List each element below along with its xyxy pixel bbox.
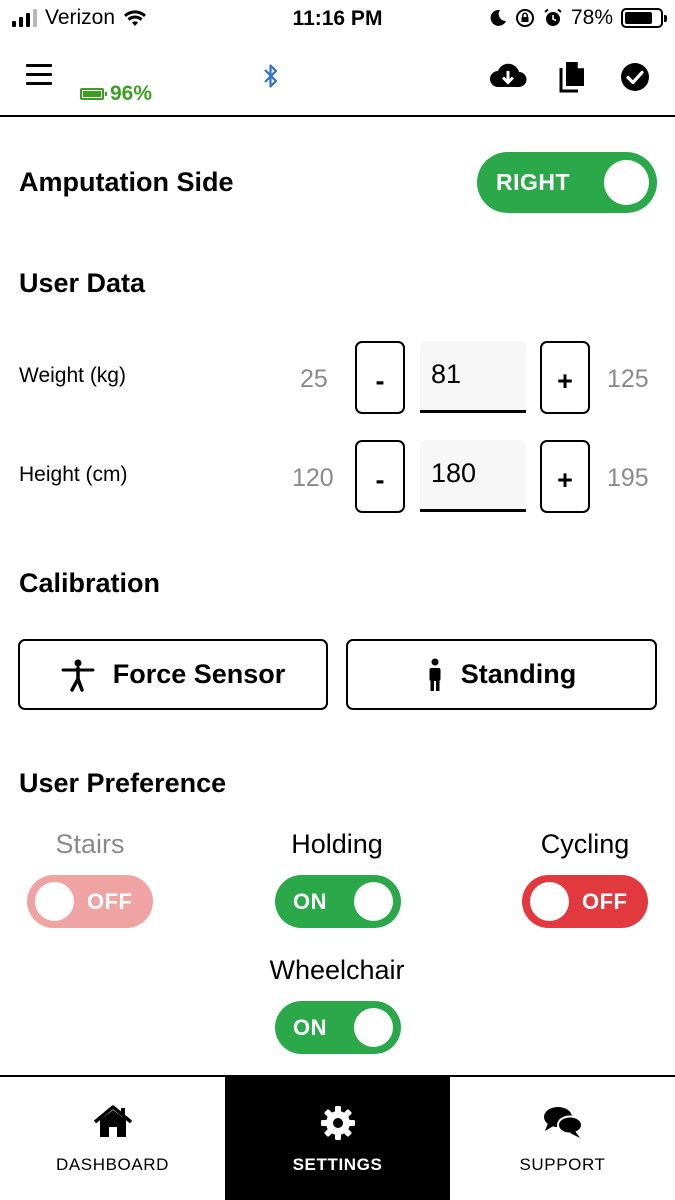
device-battery-icon bbox=[80, 88, 107, 100]
weight-max: 125 bbox=[607, 365, 649, 393]
stairs-toggle[interactable]: OFF bbox=[27, 875, 153, 928]
home-icon bbox=[93, 1105, 132, 1137]
holding-toggle[interactable]: ON bbox=[275, 875, 401, 928]
battery-percent: 78% bbox=[570, 6, 613, 29]
weight-input[interactable]: 81 bbox=[420, 341, 526, 413]
status-right: 78% bbox=[489, 6, 667, 30]
bottom-nav: DASHBOARD SETTINGS SUPPORT bbox=[0, 1075, 675, 1200]
standing-label: Standing bbox=[460, 659, 577, 689]
top-toolbar: 96% bbox=[0, 40, 675, 117]
user-data-heading: User Data bbox=[19, 268, 146, 298]
height-increment-button[interactable]: + bbox=[540, 440, 590, 513]
nav-settings[interactable]: SETTINGS bbox=[225, 1077, 450, 1200]
device-battery-percent: 96% bbox=[110, 82, 153, 105]
rotation-lock-icon bbox=[515, 9, 534, 27]
height-input[interactable]: 180 bbox=[420, 440, 526, 512]
toggle-knob bbox=[530, 882, 569, 921]
wheelchair-toggle[interactable]: ON bbox=[275, 1001, 401, 1054]
gear-icon bbox=[320, 1106, 355, 1140]
toggle-knob bbox=[35, 882, 74, 921]
height-min: 120 bbox=[292, 464, 334, 492]
holding-state: ON bbox=[293, 889, 327, 914]
device-battery: 96% bbox=[80, 82, 152, 106]
cloud-download-icon[interactable] bbox=[489, 60, 527, 92]
check-circle-icon[interactable] bbox=[620, 62, 650, 92]
alarm-icon bbox=[544, 8, 562, 26]
weight-increment-button[interactable]: + bbox=[540, 341, 590, 414]
weight-min: 25 bbox=[300, 365, 328, 393]
user-preference-heading: User Preference bbox=[19, 768, 227, 798]
cycling-toggle[interactable]: OFF bbox=[522, 875, 648, 928]
calibration-heading: Calibration bbox=[19, 568, 161, 598]
toggle-knob bbox=[604, 160, 649, 205]
nav-support[interactable]: SUPPORT bbox=[450, 1077, 675, 1200]
height-max: 195 bbox=[607, 464, 649, 492]
holding-label: Holding bbox=[291, 829, 383, 859]
person-balance-icon bbox=[61, 659, 95, 692]
amputation-side-toggle[interactable]: RIGHT bbox=[477, 152, 657, 213]
toggle-knob bbox=[354, 1008, 393, 1047]
amputation-side-label: Amputation Side bbox=[19, 167, 234, 197]
nav-dashboard-label: DASHBOARD bbox=[55, 1155, 170, 1174]
amputation-side-value: RIGHT bbox=[496, 169, 571, 195]
copy-icon[interactable] bbox=[557, 60, 587, 94]
moon-icon bbox=[490, 9, 506, 26]
battery-icon bbox=[621, 8, 667, 28]
height-label: Height (cm) bbox=[19, 463, 128, 486]
menu-icon[interactable] bbox=[26, 64, 52, 86]
stairs-label: Stairs bbox=[55, 829, 125, 859]
nav-support-label: SUPPORT bbox=[519, 1155, 606, 1174]
weight-decrement-button[interactable]: - bbox=[355, 341, 405, 414]
wheelchair-label: Wheelchair bbox=[269, 955, 405, 985]
wheelchair-state: ON bbox=[293, 1015, 327, 1040]
force-sensor-label: Force Sensor bbox=[112, 659, 286, 689]
cycling-label: Cycling bbox=[540, 829, 630, 859]
chat-bubbles-icon bbox=[543, 1107, 583, 1138]
person-standing-icon bbox=[429, 658, 441, 691]
weight-label: Weight (kg) bbox=[19, 364, 126, 387]
bluetooth-icon[interactable] bbox=[262, 62, 280, 90]
height-decrement-button[interactable]: - bbox=[355, 440, 405, 513]
force-sensor-calibration-button[interactable]: Force Sensor bbox=[18, 639, 328, 710]
stairs-state: OFF bbox=[87, 889, 133, 914]
status-bar: Verizon 11:16 PM 78% bbox=[0, 0, 675, 40]
standing-calibration-button[interactable]: Standing bbox=[346, 639, 657, 710]
nav-dashboard[interactable]: DASHBOARD bbox=[0, 1077, 225, 1200]
nav-settings-label: SETTINGS bbox=[292, 1155, 383, 1174]
toggle-knob bbox=[354, 882, 393, 921]
cycling-state: OFF bbox=[582, 889, 628, 914]
